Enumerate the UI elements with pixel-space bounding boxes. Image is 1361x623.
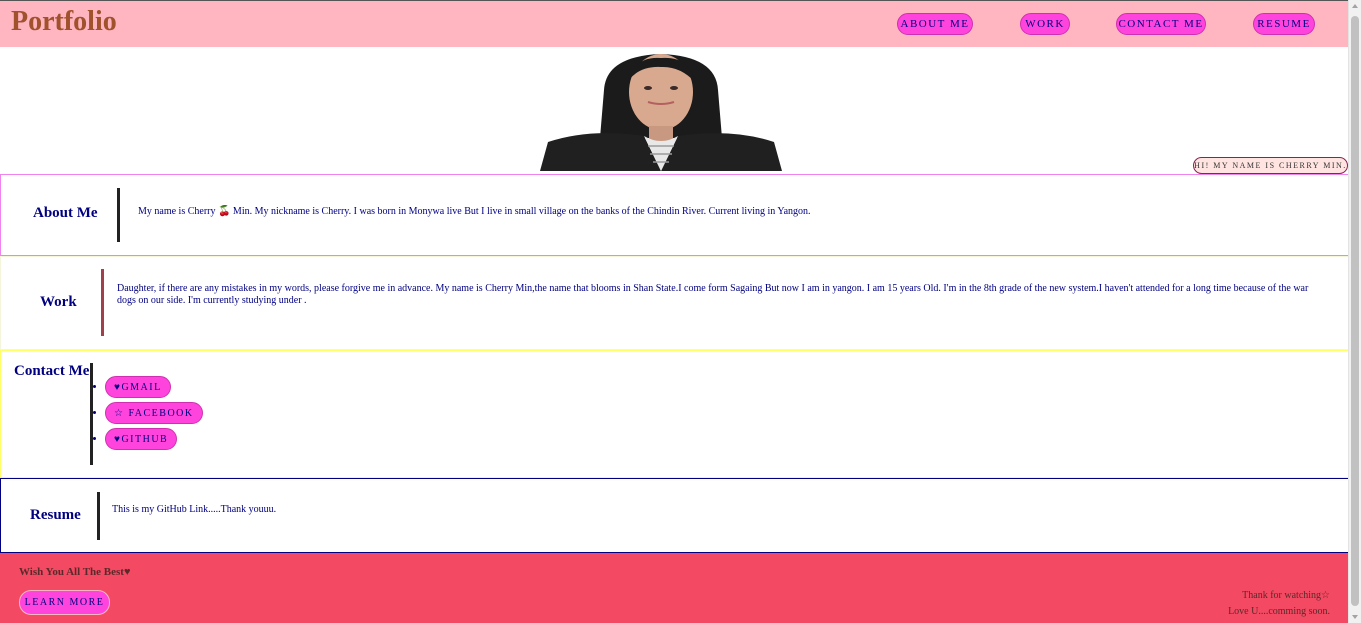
- top-nav-bar: Portfolio About Me Work Contact Me Resum…: [0, 0, 1349, 47]
- resume-section: Resume This is my GitHub Link.....Thank …: [0, 478, 1349, 553]
- learn-more-button[interactable]: Learn more: [19, 590, 110, 615]
- nav-resume-button[interactable]: Resume: [1253, 13, 1315, 35]
- scrollbar-thumb[interactable]: [1351, 16, 1359, 606]
- resume-title: Resume: [30, 507, 81, 523]
- nav-about-me-button[interactable]: About Me: [897, 13, 973, 35]
- github-link-button[interactable]: ♥Github: [105, 428, 178, 450]
- footer-heading: Wish You All The Best♥: [19, 566, 131, 578]
- work-section: Work Daughter, if there are any mistakes…: [0, 256, 1349, 350]
- nav-contact-me-button[interactable]: Contact Me: [1116, 13, 1206, 35]
- brand-logo[interactable]: Portfolio: [11, 6, 117, 38]
- contact-links: ♥Gmail ☆ Facebook ♥Github: [93, 376, 203, 454]
- footer-note-thanks: Thank for watching☆: [1242, 590, 1330, 601]
- about-divider: [117, 188, 120, 242]
- nav-work-button[interactable]: Work: [1020, 13, 1070, 35]
- contact-section: Contact Me ♥Gmail ☆ Facebook ♥Github: [0, 350, 1349, 478]
- work-divider: [101, 269, 104, 336]
- list-item: ♥Gmail: [105, 376, 203, 402]
- about-text: My name is Cherry 🍒 Min. My nickname is …: [138, 206, 811, 217]
- work-title: Work: [40, 294, 77, 310]
- hero: Hi! My name is Cherry Min.: [0, 46, 1349, 174]
- scroll-up-arrow-icon[interactable]: [1352, 4, 1358, 8]
- profile-photo: [540, 50, 782, 171]
- resume-text[interactable]: This is my GitHub Link.....Thank youuu.: [112, 504, 912, 516]
- vertical-scrollbar[interactable]: [1348, 0, 1361, 623]
- footer-note-coming-soon: Love U....comming soon.: [1228, 606, 1330, 617]
- about-section: About Me My name is Cherry 🍒 Min. My nic…: [0, 174, 1349, 256]
- about-title: About Me: [33, 205, 98, 221]
- list-item: ♥Github: [105, 428, 203, 454]
- work-text: Daughter, if there are any mistakes in m…: [117, 283, 1309, 306]
- gmail-link-button[interactable]: ♥Gmail: [105, 376, 171, 398]
- contact-title: Contact Me: [14, 363, 90, 379]
- footer: Wish You All The Best♥ Learn more Thank …: [0, 553, 1349, 623]
- resume-divider: [97, 492, 100, 540]
- scroll-down-arrow-icon[interactable]: [1352, 615, 1358, 619]
- list-item: ☆ Facebook: [105, 402, 203, 428]
- intro-badge: Hi! My name is Cherry Min.: [1193, 157, 1348, 174]
- facebook-link-button[interactable]: ☆ Facebook: [105, 402, 203, 424]
